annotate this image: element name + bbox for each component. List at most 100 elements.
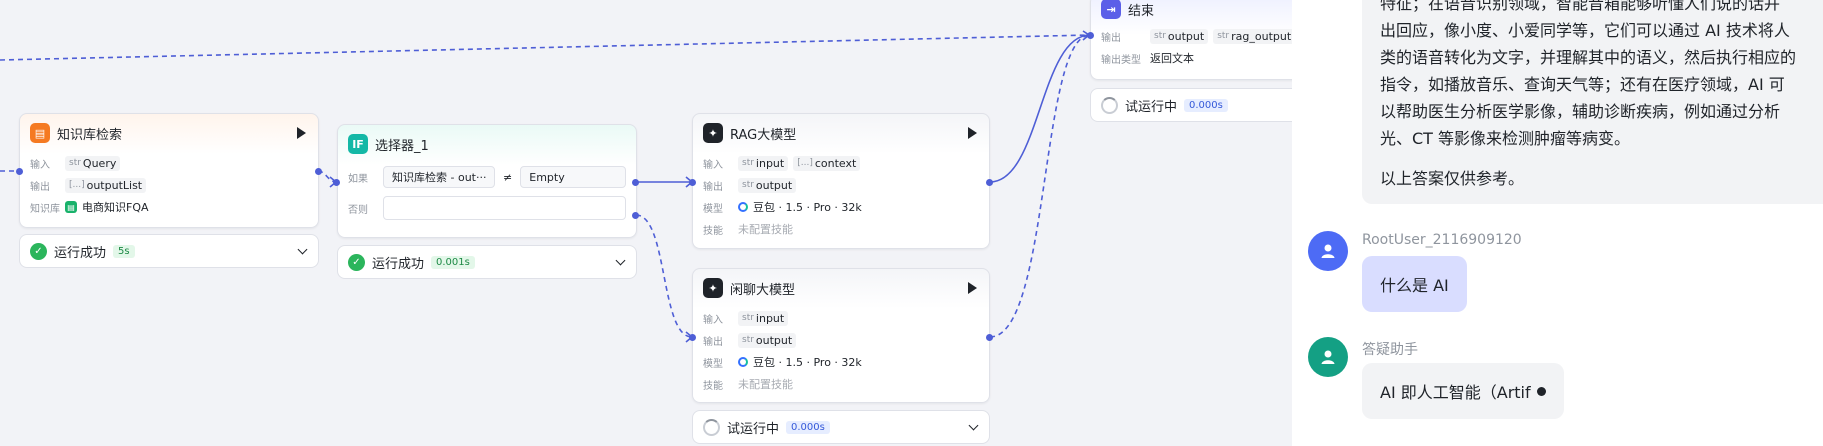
- selector-icon: IF: [348, 134, 368, 154]
- llm-icon: ✦: [703, 278, 723, 298]
- end-status-bar[interactable]: 试运行中 0.000s: [1090, 88, 1292, 122]
- context-variable-tag: [...] context: [793, 155, 861, 171]
- edge-chat-to-end: [989, 34, 1091, 338]
- selector-else-handle[interactable]: [632, 212, 639, 219]
- user-avatar: [1308, 231, 1348, 271]
- chat-llm-node[interactable]: ✦ 闲聊大模型 输入 str input 输出 str output 模型 豆包 · 1.…: [692, 268, 990, 403]
- answer-line: 特征；在语音识别领域，智能音箱能够听懂人们说的话并: [1380, 0, 1781, 13]
- chat-panel[interactable]: 特征；在语音识别领域，智能音箱能够听懂人们说的话并 出回应，像小度、小爱同学等，…: [1292, 0, 1823, 446]
- doubao-logo-icon: [738, 202, 748, 212]
- output-variable-tag: str output: [738, 177, 797, 193]
- status-text: 运行成功: [372, 256, 425, 272]
- answer-line: 光、CT 等影像来检测肿瘤等病变。: [1380, 129, 1631, 148]
- output-label: 输出: [30, 181, 50, 193]
- end-input-handle[interactable]: [1087, 32, 1094, 39]
- selector-if-handle[interactable]: [632, 179, 639, 186]
- status-text: 试运行中: [1125, 99, 1178, 115]
- end-node[interactable]: ⇥ 结束 输出 str output str rag_output 输出类型 返回文本: [1090, 0, 1292, 80]
- answer-line: 类的语音转化为文字，并理解其中的语义，然后执行相应的: [1380, 48, 1797, 67]
- output-label: 输出: [703, 336, 723, 348]
- skill-label: 技能: [703, 380, 723, 392]
- rag-output-variable-tag: str rag_output: [1213, 28, 1292, 44]
- user-name: RootUser_2116909120: [1362, 232, 1522, 248]
- kb-name: 电商知识FQA: [82, 201, 149, 214]
- rag-llm-node[interactable]: ✦ RAG大模型 输入 str input [...] context 输出 str out…: [692, 113, 990, 249]
- bot-message-bubble: AI 即人工智能（Artif: [1362, 363, 1564, 419]
- status-time-badge: 5s: [113, 244, 135, 258]
- running-spinner-icon: [1101, 96, 1118, 114]
- output-variable-tag: str output: [738, 332, 797, 348]
- skill-value: 未配置技能: [738, 223, 793, 236]
- chat-llm-status-bar[interactable]: 试运行中 0.000s: [692, 410, 990, 444]
- model-name: 豆包 · 1.5 · Pro · 32k: [753, 201, 862, 214]
- run-node-icon[interactable]: [968, 282, 977, 294]
- rag-input-handle[interactable]: [689, 179, 696, 186]
- answer-line: 以帮助医生分析医学影像，辅助诊断疾病，例如通过分析: [1380, 102, 1781, 121]
- selector-input-handle[interactable]: [333, 179, 340, 186]
- edge-selector-else-to-chat: [635, 214, 693, 338]
- node-title: 闲聊大模型: [730, 282, 796, 298]
- skill-label: 技能: [703, 225, 723, 237]
- user-icon: [1321, 244, 1335, 258]
- chevron-down-icon[interactable]: [615, 255, 626, 266]
- run-node-icon[interactable]: [297, 127, 306, 139]
- input-label: 输入: [30, 159, 50, 171]
- input-label: 输入: [703, 159, 723, 171]
- answer-line: 出回应，像小度、小爱同学等，它们可以通过 AI 技术将人: [1380, 21, 1790, 40]
- knowledge-base-icon: ▤: [30, 123, 50, 143]
- node-title: 选择器_1: [375, 138, 429, 154]
- status-text: 运行成功: [54, 245, 107, 261]
- model-name: 豆包 · 1.5 · Pro · 32k: [753, 356, 862, 369]
- kb-label: 知识库: [30, 203, 60, 215]
- if-label: 如果: [348, 173, 368, 185]
- status-time-badge: 0.000s: [786, 420, 830, 434]
- output-label: 输出: [703, 181, 723, 193]
- status-time-badge: 0.000s: [1184, 98, 1228, 112]
- end-icon: ⇥: [1101, 0, 1121, 19]
- edge-start-to-end: [0, 34, 1091, 61]
- answer-footer: 以上答案仅供参考。: [1380, 169, 1525, 188]
- run-node-icon[interactable]: [968, 127, 977, 139]
- input-variable-tag: str Query: [65, 155, 121, 171]
- condition-left[interactable]: 知识库检索 - out···: [383, 166, 495, 188]
- answer-line: 指令，如播放音乐、查询天气等；还有在医疗领域，AI 可: [1380, 75, 1785, 94]
- bot-name: 答疑助手: [1362, 342, 1418, 358]
- condition-operator: ≠: [503, 170, 513, 184]
- chat-output-handle[interactable]: [986, 334, 993, 341]
- assistant-answer-bubble: 特征；在语音识别领域，智能音箱能够听懂人们说的话并 出回应，像小度、小爱同学等，…: [1362, 0, 1823, 204]
- llm-icon: ✦: [703, 123, 723, 143]
- node-title: 知识库检索: [57, 127, 123, 143]
- bot-avatar: [1308, 337, 1348, 377]
- node-title: RAG大模型: [730, 127, 797, 143]
- chevron-down-icon[interactable]: [968, 420, 979, 431]
- skill-value: 未配置技能: [738, 378, 793, 391]
- condition-right[interactable]: Empty: [520, 166, 626, 188]
- selector-node[interactable]: IF 选择器_1 如果 知识库检索 - out··· ≠ Empty 否则: [337, 124, 637, 238]
- else-branch-box[interactable]: [383, 196, 626, 220]
- chat-input-handle[interactable]: [689, 334, 696, 341]
- input-variable-tag: str input: [738, 310, 789, 326]
- status-time-badge: 0.001s: [431, 255, 475, 269]
- kb-output-handle[interactable]: [315, 168, 322, 175]
- model-label: 模型: [703, 358, 723, 370]
- node-title: 结束: [1128, 3, 1155, 19]
- kb-status-bar[interactable]: ✓ 运行成功 5s: [19, 234, 319, 268]
- kb-input-handle[interactable]: [16, 168, 23, 175]
- status-text: 试运行中: [727, 421, 780, 437]
- workflow-canvas[interactable]: ▤ 知识库检索 输入 str Query 输出 [...] outputList 知识库…: [0, 0, 1292, 446]
- rag-output-handle[interactable]: [986, 179, 993, 186]
- user-message-bubble: 什么是 AI: [1362, 256, 1467, 312]
- edge-rag-to-end: [989, 34, 1091, 183]
- input-label: 输入: [703, 314, 723, 326]
- else-label: 否则: [348, 204, 368, 216]
- output-variable-tag: [...] outputList: [65, 177, 147, 193]
- bot-message-text: AI 即人工智能（Artif: [1380, 383, 1531, 402]
- output-label: 输出: [1101, 32, 1121, 44]
- selector-status-bar[interactable]: ✓ 运行成功 0.001s: [337, 245, 637, 279]
- output-variable-tag: str output: [1150, 28, 1209, 44]
- model-label: 模型: [703, 203, 723, 215]
- kb-doc-icon: ▤: [65, 201, 77, 213]
- chevron-down-icon[interactable]: [297, 244, 308, 255]
- success-check-icon: ✓: [348, 253, 365, 271]
- kb-search-node[interactable]: ▤ 知识库检索 输入 str Query 输出 [...] outputList 知识库…: [19, 113, 319, 228]
